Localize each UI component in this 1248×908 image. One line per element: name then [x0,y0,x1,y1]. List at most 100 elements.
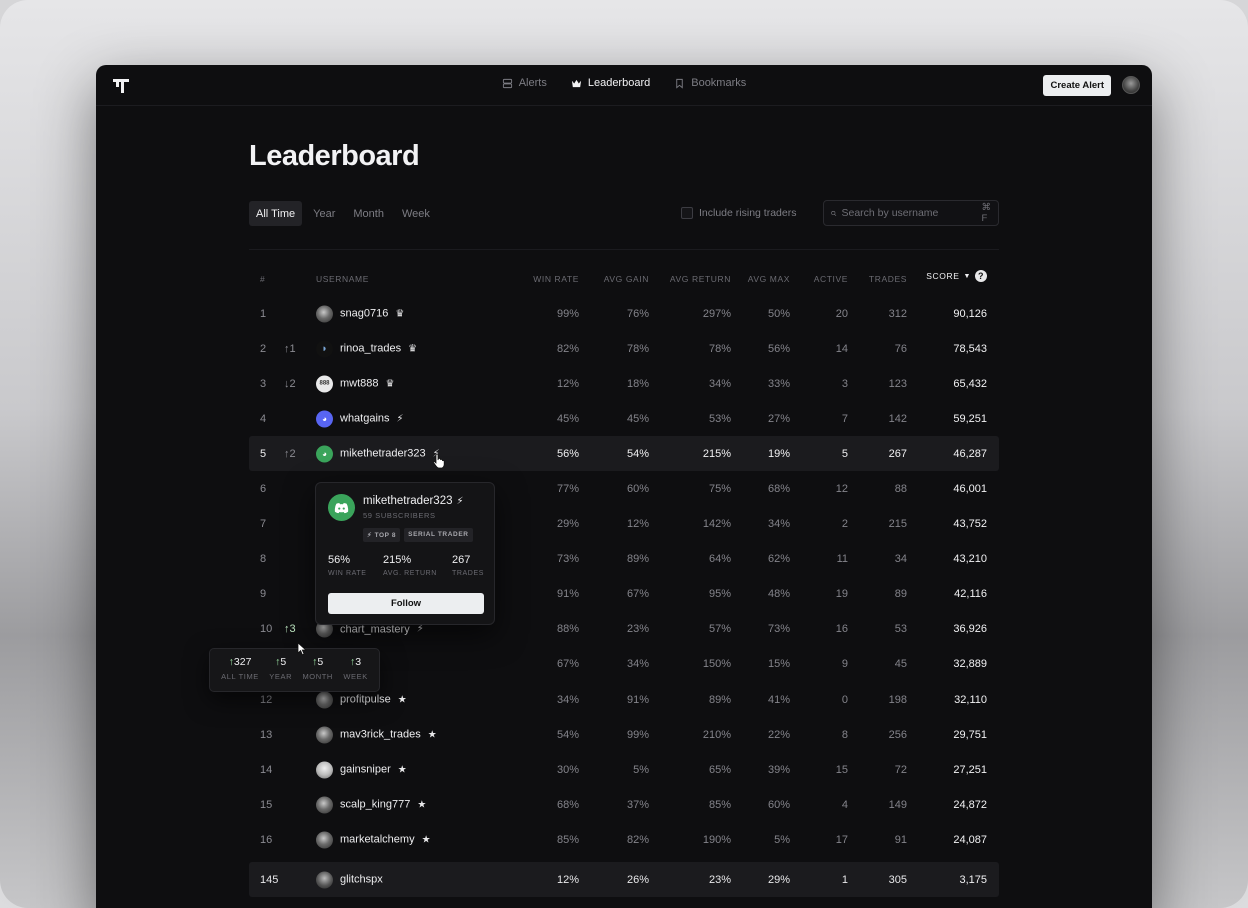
col-trades[interactable]: TRADES [869,274,907,284]
rising-checkbox[interactable] [681,207,693,219]
self-score: 3,175 [959,873,987,886]
hover-card-name[interactable]: mikethetrader323 ⚡︎ [363,495,464,507]
self-trades: 305 [888,873,907,886]
active-count: 8 [841,728,848,741]
search-input[interactable] [841,207,977,219]
nav-alerts[interactable]: Alerts [502,77,547,89]
avg-max: 60% [767,798,790,811]
table-row[interactable]: 14 gainsniper ★ 30% 5% 65% 39% 15 72 27,251 [249,752,999,787]
active-count: 20 [835,307,848,320]
avg-max: 50% [767,307,790,320]
user-cell[interactable]: mav3rick_trades ★ [316,726,437,744]
score-value: 32,889 [953,658,987,671]
tab-week[interactable]: Week [395,201,437,226]
tab-month[interactable]: Month [346,201,391,226]
win-rate: 82% [556,342,579,355]
avg-return: 95% [708,588,731,601]
col-username[interactable]: USERNAME [316,274,369,284]
win-rate: 12% [556,377,579,390]
username: profitpulse [340,693,391,706]
avg-max: 41% [767,693,790,706]
table-row[interactable]: 5 ↑2 ◕ mikethetrader323 ⚡︎ 56% 54% 215% 19% 5 267 4… [249,436,999,472]
score-value: 65,432 [953,377,987,390]
help-icon[interactable]: ? [975,270,987,282]
active-count: 4 [841,798,848,811]
rank-cell: 3 [260,377,267,390]
current-user-row[interactable]: 145 glitchspx 12% 26% 23% 29% 1 305 3,17… [249,862,999,897]
tab-all-time[interactable]: All Time [249,201,303,226]
avg-max: 15% [767,658,790,671]
col-active[interactable]: ACTIVE [814,274,848,284]
discord-icon [328,494,355,521]
tab-year[interactable]: Year [306,201,342,226]
table-row[interactable]: 16 marketalchemy ★ 85% 82% 190% 5% 17 91 24,087 [249,822,999,857]
avg-max: 48% [767,588,790,601]
self-user-cell[interactable]: glitchspx [316,871,383,888]
search-box[interactable]: ⌘ F [823,200,999,226]
tag-serial-trader: SERIAL TRADER [404,528,473,542]
nav-bookmarks-label: Bookmarks [691,77,747,89]
top-nav-bar: Alerts Leaderboard Bookmarks Create Aler… [96,65,1152,106]
user-cell[interactable]: scalp_king777 ★ [316,796,426,814]
user-cell[interactable]: ◕ whatgains ⚡︎ [316,410,404,428]
rank-cell: 1 [260,307,267,320]
col-score[interactable]: SCORE ▼ ? [926,270,987,282]
nav-leaderboard-label: Leaderboard [587,77,651,89]
avg-return: 210% [702,728,731,741]
col-avg-max[interactable]: AVG MAX [748,274,790,284]
avg-gain: 45% [626,412,649,425]
avg-return: 75% [708,483,731,496]
col-avg-return[interactable]: AVG RETURN [670,274,731,284]
stat-value: 56% [328,554,351,566]
col-avg-gain[interactable]: AVG GAIN [604,274,649,284]
table-row[interactable]: 15 scalp_king777 ★ 68% 37% 85% 60% 4 149 24,872 [249,787,999,822]
trades-count: 76 [894,342,907,355]
table-row[interactable]: 4 ◕ whatgains ⚡︎ 45% 45% 53% 27% 7 142 59,251 [249,401,999,436]
self-active: 1 [841,873,848,886]
user-cell[interactable]: ◗ rinoa_trades ♛ [316,340,417,358]
search-shortcut: ⌘ F [981,202,992,224]
username: chart_mastery [340,623,410,636]
trades-count: 198 [888,693,907,706]
tip-month: ↑5 MONTH [302,656,333,691]
avg-return: 142% [702,518,731,531]
tip-value: 3 [355,656,362,668]
score-value: 46,287 [953,447,987,460]
table-header: # USERNAME WIN RATE AVG GAIN AVG RETURN … [249,262,999,296]
trades-count: 45 [894,658,907,671]
user-avatar[interactable] [1122,76,1140,94]
win-rate: 45% [556,412,579,425]
active-count: 16 [835,623,848,636]
user-cell[interactable]: gainsniper ★ [316,761,407,779]
win-rate: 68% [556,798,579,811]
table-row[interactable]: 13 mav3rick_trades ★ 54% 99% 210% 22% 8 256 29,75… [249,717,999,752]
rank-change-tooltip: ↑327 ALL TIME ↑5 YEAR ↑5 MONTH ↑3 WEEK [209,648,380,692]
trades-count: 123 [888,377,907,390]
user-cell[interactable]: marketalchemy ★ [316,831,431,849]
include-rising-toggle[interactable]: Include rising traders [681,207,796,219]
user-cell[interactable]: profitpulse ★ [316,691,407,709]
crown-icon: ♛ [395,308,405,320]
win-rate: 85% [556,833,579,846]
trades-count: 72 [894,763,907,776]
user-cell[interactable]: snag0716 ♛ [316,305,405,323]
avg-gain: 12% [626,518,649,531]
avg-max: 73% [767,623,790,636]
main-nav: Alerts Leaderboard Bookmarks [96,77,1152,89]
table-row[interactable]: 1 snag0716 ♛ 99% 76% 297% 50% 20 312 90,126 [249,296,999,331]
table-row[interactable]: 3 ↓2 888 mwt888 ♛ 12% 18% 34% 33% 3 123 65,432 [249,366,999,401]
table-row[interactable]: 2 ↑1 ◗ rinoa_trades ♛ 82% 78% 78% 56% 14 76 78,543 [249,331,999,366]
follow-button[interactable]: Follow [328,593,484,614]
create-alert-button[interactable]: Create Alert [1043,75,1111,96]
nav-leaderboard[interactable]: Leaderboard [571,77,650,89]
score-value: 43,210 [953,553,987,566]
server-icon [502,78,512,88]
user-cell[interactable]: 888 mwt888 ♛ [316,375,395,393]
tag-top-label: TOP 8 [374,532,397,539]
nav-bookmarks[interactable]: Bookmarks [674,77,746,89]
win-rate: 34% [556,693,579,706]
user-cell[interactable]: ◕ mikethetrader323 ⚡︎ [316,445,440,463]
score-value: 59,251 [953,412,987,425]
col-win-rate[interactable]: WIN RATE [533,274,579,284]
score-value: 24,872 [953,798,987,811]
